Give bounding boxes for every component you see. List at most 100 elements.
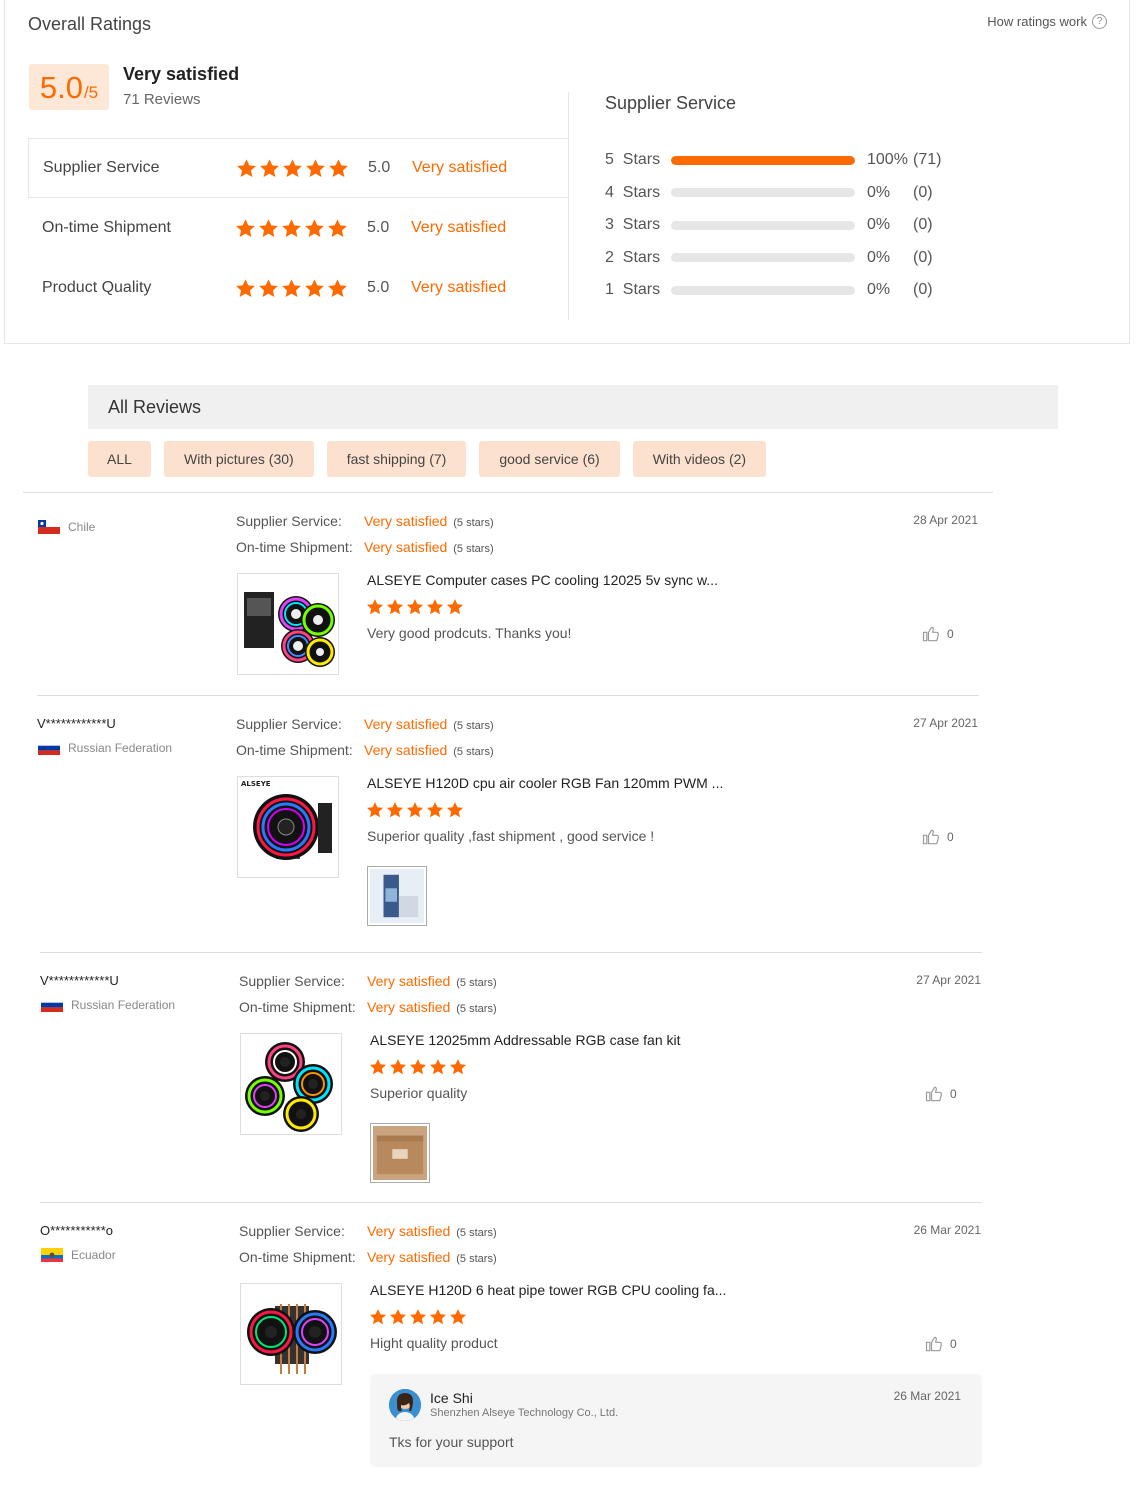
product-thumbnail[interactable] bbox=[240, 1033, 342, 1135]
star-icon bbox=[429, 1058, 447, 1076]
review-ratings: Supplier Service: Very satisfied (5 stars)… bbox=[236, 509, 494, 561]
review-stars bbox=[369, 1058, 467, 1076]
star-icon bbox=[389, 1308, 407, 1326]
review-stars bbox=[366, 598, 464, 616]
review-ratings: Supplier Service: Very satisfied (5 stars)… bbox=[239, 969, 497, 1021]
distribution-bar bbox=[671, 155, 855, 165]
supplier-service-value: Very satisfied bbox=[364, 513, 448, 529]
star-icon bbox=[426, 598, 444, 616]
distribution-bar-fill bbox=[671, 155, 855, 165]
distribution-label: 1 Stars bbox=[605, 281, 661, 299]
distribution-label: 4 Stars bbox=[605, 183, 661, 201]
product-title[interactable]: ALSEYE H120D cpu air cooler RGB Fan 120m… bbox=[367, 775, 723, 791]
star-icon bbox=[366, 598, 384, 616]
review-text: Very good prodcuts. Thanks you! bbox=[367, 625, 572, 641]
supplier-service-stars: (5 stars) bbox=[453, 517, 494, 529]
like-count: 0 bbox=[950, 1087, 957, 1101]
star-icon bbox=[366, 801, 384, 819]
supplier-service-stars: (5 stars) bbox=[456, 977, 497, 989]
distribution-bar bbox=[671, 220, 855, 230]
filter-good-service[interactable]: good service (6) bbox=[479, 441, 620, 477]
product-thumbnail[interactable] bbox=[237, 573, 339, 675]
overall-satisfaction: Very satisfied bbox=[123, 64, 240, 84]
product-title[interactable]: ALSEYE H120D 6 heat pipe tower RGB CPU c… bbox=[370, 1282, 726, 1298]
review-photo[interactable] bbox=[370, 1123, 430, 1183]
distribution-percent: 100% bbox=[867, 151, 908, 169]
review-stars bbox=[366, 801, 464, 819]
star-icon bbox=[259, 158, 280, 179]
filter-fast-shipping[interactable]: fast shipping (7) bbox=[326, 441, 467, 477]
review-filters: ALL With pictures (30) fast shipping (7)… bbox=[88, 441, 767, 477]
on-time-shipment-stars: (5 stars) bbox=[456, 1253, 497, 1265]
divider bbox=[37, 695, 979, 696]
like-button[interactable]: 0 bbox=[921, 624, 954, 644]
country-name: Russian Federation bbox=[68, 741, 173, 755]
country-name: Russian Federation bbox=[71, 998, 176, 1012]
star-icon bbox=[446, 598, 464, 616]
product-thumbnail[interactable] bbox=[240, 1283, 342, 1385]
how-ratings-work-link[interactable]: How ratings work ? bbox=[987, 14, 1107, 29]
category-row-product-quality: Product Quality 5.0 Very satisfied bbox=[28, 258, 569, 318]
star-icon bbox=[386, 801, 404, 819]
distribution-bar bbox=[671, 188, 855, 198]
like-button[interactable]: 0 bbox=[924, 1334, 957, 1354]
help-icon: ? bbox=[1092, 14, 1107, 29]
reply-text: Tks for your support bbox=[389, 1434, 514, 1450]
like-button[interactable]: 0 bbox=[924, 1084, 957, 1104]
on-time-shipment-value: Very satisfied bbox=[364, 742, 448, 758]
review-photo[interactable] bbox=[367, 866, 427, 926]
like-button[interactable]: 0 bbox=[921, 827, 954, 847]
star-icon bbox=[305, 158, 326, 179]
thumbs-up-icon bbox=[924, 1084, 944, 1104]
product-thumbnail[interactable]: ALSEYE bbox=[237, 776, 339, 878]
svg-text:ALSEYE: ALSEYE bbox=[241, 780, 271, 788]
review-text: Superior quality bbox=[370, 1085, 468, 1101]
star-icon bbox=[258, 278, 279, 299]
category-satisfaction: Very satisfied bbox=[411, 279, 507, 296]
reviewer-name: O***********o bbox=[40, 1223, 113, 1238]
distribution-count: (0) bbox=[913, 183, 933, 201]
star-icon bbox=[235, 218, 256, 239]
reviewer-country: Russian Federation bbox=[41, 998, 175, 1012]
review-date: 27 Apr 2021 bbox=[916, 973, 981, 987]
supplier-service-label: Supplier Service: bbox=[239, 973, 345, 989]
reviewer-name: V************U bbox=[40, 973, 119, 988]
all-reviews-title: All Reviews bbox=[108, 397, 202, 417]
seller-reply: Ice Shi Shenzhen Alseye Technology Co., … bbox=[370, 1374, 982, 1467]
like-count: 0 bbox=[947, 830, 954, 844]
overall-score-max: /5 bbox=[83, 83, 99, 102]
category-name: On-time Shipment bbox=[42, 219, 171, 236]
star-icon bbox=[281, 218, 302, 239]
like-count: 0 bbox=[950, 1337, 957, 1351]
product-title[interactable]: ALSEYE Computer cases PC cooling 12025 5… bbox=[367, 572, 718, 588]
filter-with-pictures[interactable]: With pictures (30) bbox=[164, 441, 314, 477]
overall-score: 5.0 bbox=[39, 70, 83, 105]
on-time-shipment-value: Very satisfied bbox=[364, 539, 448, 555]
filter-all[interactable]: ALL bbox=[88, 441, 151, 477]
divider bbox=[40, 952, 982, 953]
category-score: 5.0 bbox=[367, 219, 390, 236]
product-title[interactable]: ALSEYE 12025mm Addressable RGB case fan … bbox=[370, 1032, 681, 1048]
star-rating bbox=[235, 278, 348, 299]
category-satisfaction: Very satisfied bbox=[411, 219, 507, 236]
all-reviews-header: All Reviews bbox=[88, 385, 1058, 429]
star-icon bbox=[409, 1308, 427, 1326]
reviewer-country: Ecuador bbox=[41, 1248, 116, 1262]
star-icon bbox=[236, 158, 257, 179]
thumbs-up-icon bbox=[921, 827, 941, 847]
distribution-count: (0) bbox=[913, 216, 933, 234]
category-row-supplier-service: Supplier Service 5.0 Very satisfied bbox=[28, 138, 569, 198]
star-icon bbox=[426, 801, 444, 819]
category-row-on-time-shipment: On-time Shipment 5.0 Very satisfied bbox=[28, 198, 569, 258]
star-icon bbox=[258, 218, 279, 239]
on-time-shipment-label: On-time Shipment: bbox=[239, 1249, 356, 1265]
distribution-label: 3 Stars bbox=[605, 216, 661, 234]
review-ratings: Supplier Service: Very satisfied (5 stars)… bbox=[236, 712, 494, 764]
star-icon bbox=[409, 1058, 427, 1076]
reviewer-name: V************U bbox=[37, 716, 116, 731]
filter-with-videos[interactable]: With videos (2) bbox=[632, 441, 767, 477]
overall-score-badge: 5.0 /5 bbox=[29, 64, 109, 110]
supplier-service-value: Very satisfied bbox=[364, 716, 448, 732]
russia-flag-icon bbox=[41, 998, 63, 1012]
star-icon bbox=[406, 598, 424, 616]
